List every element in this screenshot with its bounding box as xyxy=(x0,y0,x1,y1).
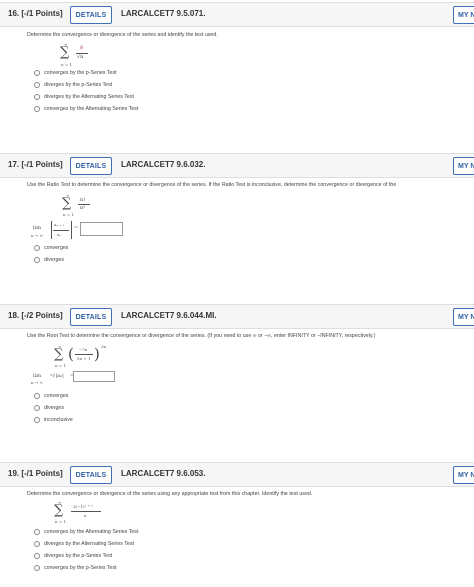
question-number: 19. [-/1 Points] xyxy=(8,469,63,478)
answer-option[interactable]: converges xyxy=(34,393,68,399)
question-code: LARCALCET7 9.5.071. xyxy=(121,9,206,18)
answer-option[interactable]: diverges by the Alternating Series Test xyxy=(34,541,134,547)
answer-option[interactable]: converges by the p-Series Test xyxy=(34,70,117,76)
radio-button[interactable] xyxy=(34,553,40,559)
answer-option[interactable]: converges by the Alternating Series Test xyxy=(34,529,138,535)
radio-button[interactable] xyxy=(34,245,40,251)
my-notes-button[interactable]: MY N xyxy=(453,157,474,175)
answer-option[interactable]: diverges by the Alternating Series Test xyxy=(34,94,134,100)
answer-option[interactable]: diverges by the p-Series Test xyxy=(34,553,112,559)
fraction-bar xyxy=(53,230,69,231)
answer-option[interactable]: converges by the p-Series Test xyxy=(34,565,117,571)
limit-subscript: n → ∞ xyxy=(31,233,43,238)
my-notes-button[interactable]: MY N xyxy=(453,6,474,24)
fraction-denominator: √n xyxy=(77,54,84,60)
radio-button[interactable] xyxy=(34,106,40,112)
question-header: 19. [-/1 Points] DETAILS LARCALCET7 9.6.… xyxy=(0,462,474,487)
series-expression: ∞ ∑ n = 1 8 √n xyxy=(58,42,98,70)
sigma-icon: ∑ xyxy=(62,196,72,211)
my-notes-button[interactable]: MY N xyxy=(453,466,474,484)
fraction-bar xyxy=(71,511,101,512)
fraction-denominator: n⁵ xyxy=(80,205,86,211)
question-code: LARCALCET7 9.6.044.MI. xyxy=(121,311,217,320)
question-prompt: Determine the convergence or divergence … xyxy=(27,32,218,38)
radio-button[interactable] xyxy=(34,417,40,423)
question-header: 17. [-/1 Points] DETAILS LARCALCET7 9.6.… xyxy=(0,153,474,178)
answer-option[interactable]: diverges by the p-Series Test xyxy=(34,82,112,88)
abs-left-bar xyxy=(51,221,52,239)
details-button[interactable]: DETAILS xyxy=(70,157,112,175)
radio-button[interactable] xyxy=(34,70,40,76)
radio-button[interactable] xyxy=(34,82,40,88)
radio-button[interactable] xyxy=(34,393,40,399)
question-prompt: Use the Root Test to determine the conve… xyxy=(27,333,376,339)
radio-button[interactable] xyxy=(34,541,40,547)
series-exponent: 3n xyxy=(101,344,107,349)
answer-option[interactable]: diverges xyxy=(34,405,64,411)
my-notes-button[interactable]: MY N xyxy=(453,308,474,326)
fraction-denominator: 5n + 1 xyxy=(77,356,91,361)
radio-button[interactable] xyxy=(34,94,40,100)
sum-lower-limit: n = 1 xyxy=(55,519,67,524)
limit-label: lim xyxy=(33,225,41,231)
root-expression: ⁿ√|aₙ| xyxy=(50,373,64,379)
details-button[interactable]: DETAILS xyxy=(70,308,112,326)
limit-answer-input[interactable] xyxy=(73,371,115,382)
sigma-icon: ∑ xyxy=(54,503,64,518)
abs-right-bar xyxy=(71,221,72,239)
sigma-icon: ∑ xyxy=(60,45,70,60)
right-paren: ) xyxy=(94,345,100,363)
sum-lower-limit: n = 1 xyxy=(61,62,73,67)
question-number: 17. [-/1 Points] xyxy=(8,160,63,169)
details-button[interactable]: DETAILS xyxy=(70,466,112,484)
limit-label: lim xyxy=(33,373,41,379)
question-prompt: Use the Ratio Test to determine the conv… xyxy=(27,182,397,188)
series-expression: ∞ ∑ n = 1 ( −7n 5n + 1 ) 3n xyxy=(52,344,112,370)
sum-lower-limit: n = 1 xyxy=(63,212,75,217)
radio-button[interactable] xyxy=(34,529,40,535)
limit-answer-input[interactable] xyxy=(80,222,123,236)
series-expression: ∞ ∑ n = 1 3(−1)ⁿ ⁺ ³ n xyxy=(52,500,112,526)
question-number: 16. [-/1 Points] xyxy=(8,9,63,18)
left-paren: ( xyxy=(68,345,74,363)
limit-subscript: n → ∞ xyxy=(31,380,43,385)
series-expression: ∞ ∑ n = 1 n! n⁵ xyxy=(60,193,100,219)
radio-button[interactable] xyxy=(34,257,40,263)
answer-option[interactable]: converges xyxy=(34,245,68,251)
question-number: 18. [-/2 Points] xyxy=(8,311,63,320)
fraction-numerator: n! xyxy=(80,197,86,203)
fraction-numerator: −7n xyxy=(79,347,88,352)
question-code: LARCALCET7 9.6.032. xyxy=(121,160,206,169)
question-header: 18. [-/2 Points] DETAILS LARCALCET7 9.6.… xyxy=(0,304,474,329)
answer-option[interactable]: converges by the Alternating Series Test xyxy=(34,106,138,112)
details-button[interactable]: DETAILS xyxy=(70,6,112,24)
answer-option[interactable]: inconclusive xyxy=(34,417,73,423)
radio-button[interactable] xyxy=(34,405,40,411)
fraction-numerator: 8 xyxy=(80,45,84,51)
ratio-numerator: aₙ ₊ ₁ xyxy=(54,222,65,227)
radio-button[interactable] xyxy=(34,565,40,571)
sum-lower-limit: n = 1 xyxy=(55,363,67,368)
equals-sign: = xyxy=(74,225,79,231)
sigma-icon: ∑ xyxy=(54,347,64,362)
question-prompt: Determine the convergence or divergence … xyxy=(27,491,313,497)
answer-option[interactable]: diverges xyxy=(34,257,64,263)
question-code: LARCALCET7 9.6.053. xyxy=(121,469,206,478)
ratio-denominator: aₙ xyxy=(57,232,62,237)
fraction-denominator: n xyxy=(84,513,87,518)
fraction-numerator: 3(−1)ⁿ ⁺ ³ xyxy=(73,504,93,509)
fraction-bar xyxy=(75,354,93,355)
question-header: 16. [-/1 Points] DETAILS LARCALCET7 9.5.… xyxy=(0,2,474,27)
